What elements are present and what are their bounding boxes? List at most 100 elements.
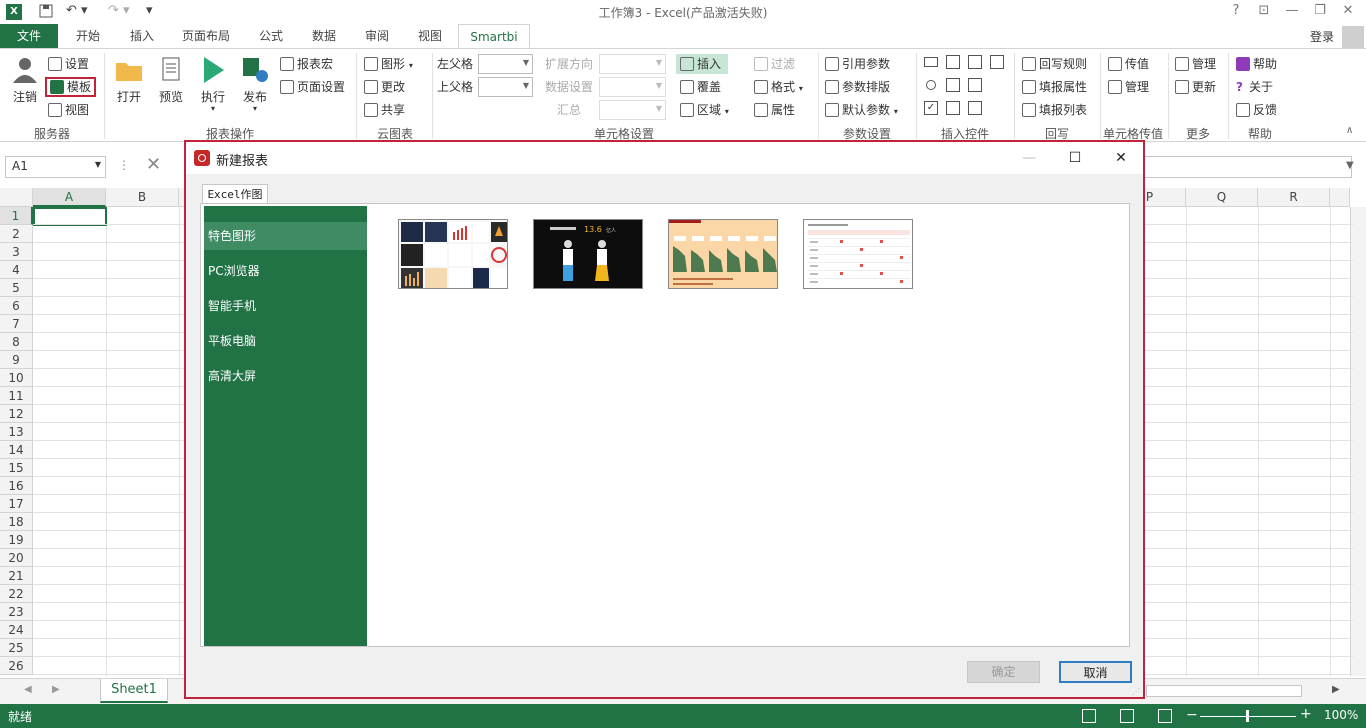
expand-direction-combo[interactable]: ▼: [599, 54, 666, 74]
template-thumbnail-4[interactable]: [803, 219, 913, 289]
row-header[interactable]: 22: [0, 585, 33, 603]
ok-button[interactable]: 确定: [967, 661, 1040, 683]
execute-button[interactable]: 执行 ▾: [196, 55, 230, 113]
format-button[interactable]: 格式 ▾: [754, 77, 803, 97]
select-all-corner[interactable]: [0, 188, 33, 207]
label-control-icon[interactable]: [968, 101, 982, 115]
tab-home[interactable]: 开始: [62, 24, 114, 48]
sheet-next-icon[interactable]: ▶: [52, 684, 60, 695]
row-header[interactable]: 9: [0, 351, 33, 369]
name-box[interactable]: A1 ▼: [5, 156, 106, 178]
open-button[interactable]: 打开: [112, 55, 146, 105]
sheet-prev-icon[interactable]: ◀: [24, 684, 32, 695]
row-header[interactable]: 16: [0, 477, 33, 495]
help-question-icon[interactable]: ?: [1222, 3, 1250, 21]
resize-grip-icon[interactable]: ⋰: [1132, 687, 1140, 696]
row-header[interactable]: 17: [0, 495, 33, 513]
row-header[interactable]: 3: [0, 243, 33, 261]
row-header[interactable]: 26: [0, 657, 33, 675]
region-button[interactable]: 区域 ▾: [680, 100, 729, 120]
share-button[interactable]: 共享: [364, 100, 405, 120]
column-header-s[interactable]: [1330, 188, 1350, 207]
avatar[interactable]: [1342, 26, 1364, 48]
tab-page-layout[interactable]: 页面布局: [172, 24, 240, 48]
preview-button[interactable]: 预览: [154, 55, 188, 105]
expand-formula-icon[interactable]: ▼: [1346, 160, 1354, 171]
tab-smartbi[interactable]: Smartbi: [458, 24, 530, 48]
attribute-button[interactable]: 属性: [754, 100, 795, 120]
sheet-tab-sheet1[interactable]: Sheet1: [100, 679, 168, 703]
nav-tablet[interactable]: 平板电脑: [204, 327, 367, 355]
dialog-close-icon[interactable]: ✕: [1106, 146, 1136, 170]
upper-parent-combo[interactable]: ▼: [478, 77, 533, 97]
template-button[interactable]: 模板: [45, 77, 97, 97]
chart-button[interactable]: 图形 ▾: [364, 54, 413, 74]
minimize-icon[interactable]: —: [1278, 3, 1306, 21]
summary-combo[interactable]: ▼: [599, 100, 666, 120]
row-header[interactable]: 18: [0, 513, 33, 531]
nav-smartphone[interactable]: 智能手机: [204, 292, 367, 320]
insert-button[interactable]: 插入: [676, 54, 728, 74]
row-header[interactable]: 10: [0, 369, 33, 387]
tab-formulas[interactable]: 公式: [246, 24, 296, 48]
restore-icon[interactable]: ❐: [1306, 3, 1334, 21]
tab-data[interactable]: 数据: [300, 24, 348, 48]
tab-file[interactable]: 文件: [0, 24, 58, 48]
publish-button[interactable]: 发布 ▾: [238, 55, 272, 113]
page-layout-view-icon[interactable]: [1120, 709, 1134, 723]
row-header[interactable]: 11: [0, 387, 33, 405]
row-header[interactable]: 24: [0, 621, 33, 639]
zoom-in-icon[interactable]: +: [1300, 706, 1312, 722]
server-view-button[interactable]: 视图: [48, 100, 89, 120]
zoom-out-icon[interactable]: −: [1186, 707, 1198, 723]
data-settings-combo[interactable]: ▼: [599, 77, 666, 97]
collapse-ribbon-icon[interactable]: ∧: [1346, 125, 1353, 136]
horizontal-scrollbar[interactable]: [1146, 685, 1302, 697]
row-header[interactable]: 21: [0, 567, 33, 585]
tab-view[interactable]: 视图: [406, 24, 454, 48]
row-header[interactable]: 25: [0, 639, 33, 657]
dialog-maximize-icon[interactable]: ☐: [1060, 146, 1090, 170]
calendar-control-icon[interactable]: [968, 55, 982, 69]
column-header-b[interactable]: B: [106, 188, 179, 207]
scroll-right-icon[interactable]: ▶: [1332, 684, 1340, 695]
zoom-level[interactable]: 100%: [1324, 708, 1358, 722]
dropdown-control-icon[interactable]: [968, 78, 982, 92]
about-button[interactable]: ? 关于: [1236, 77, 1273, 97]
row-header[interactable]: 14: [0, 441, 33, 459]
row-header[interactable]: 1: [0, 207, 33, 225]
nav-hd-screen[interactable]: 高清大屏: [204, 362, 367, 390]
overwrite-button[interactable]: 覆盖: [680, 77, 721, 97]
page-break-view-icon[interactable]: [1158, 709, 1172, 723]
column-header-a[interactable]: A: [33, 188, 106, 207]
tab-insert[interactable]: 插入: [116, 24, 168, 48]
row-header[interactable]: 8: [0, 333, 33, 351]
pass-value-button[interactable]: 传值: [1108, 54, 1149, 74]
help-button[interactable]: 帮助: [1236, 54, 1277, 74]
row-header[interactable]: 12: [0, 405, 33, 423]
logout-button[interactable]: 注销: [8, 55, 42, 105]
cancel-button[interactable]: 取消: [1059, 661, 1132, 683]
normal-view-icon[interactable]: [1082, 709, 1096, 723]
row-header[interactable]: 15: [0, 459, 33, 477]
list-control-icon[interactable]: [946, 55, 960, 69]
row-header[interactable]: 7: [0, 315, 33, 333]
more-manage-button[interactable]: 管理: [1175, 54, 1216, 74]
tab-review[interactable]: 审阅: [352, 24, 402, 48]
zoom-slider-thumb[interactable]: [1246, 710, 1249, 722]
ref-param-button[interactable]: 引用参数: [825, 54, 890, 74]
page-setup-button[interactable]: 页面设置: [280, 77, 345, 97]
template-thumbnail-3[interactable]: [668, 219, 778, 289]
fill-attr-button[interactable]: 填报属性: [1022, 77, 1087, 97]
column-header-q[interactable]: Q: [1186, 188, 1258, 207]
close-icon[interactable]: ✕: [1334, 3, 1362, 21]
row-header[interactable]: 23: [0, 603, 33, 621]
writeback-rules-button[interactable]: 回写规则: [1022, 54, 1087, 74]
tree-control-icon[interactable]: [946, 78, 960, 92]
cancel-x-icon[interactable]: ✕: [146, 154, 161, 175]
default-param-button[interactable]: 默认参数 ▾: [825, 100, 898, 120]
feedback-button[interactable]: 反馈: [1236, 100, 1277, 120]
checkbox-control-icon[interactable]: ✓: [924, 101, 938, 115]
formula-input[interactable]: [1140, 156, 1352, 178]
change-button[interactable]: 更改: [364, 77, 405, 97]
